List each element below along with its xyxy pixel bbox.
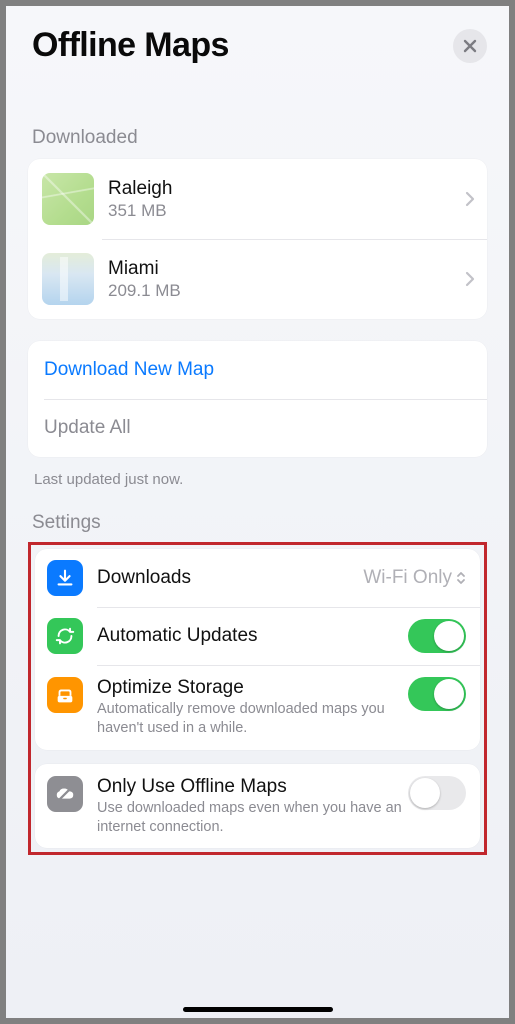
downloads-label: Downloads — [97, 567, 363, 589]
offline-only-toggle[interactable] — [408, 776, 466, 810]
automatic-updates-label: Automatic Updates — [97, 625, 408, 647]
header: Offline Maps — [6, 6, 509, 75]
update-all-button[interactable]: Update All — [28, 399, 487, 457]
close-button[interactable] — [453, 29, 487, 63]
map-size: 351 MB — [108, 201, 465, 221]
map-row-raleigh[interactable]: Raleigh 351 MB — [28, 159, 487, 239]
optimize-storage-row: Optimize Storage Automatically remove do… — [35, 665, 480, 750]
cloud-off-icon — [47, 776, 83, 812]
downloaded-section-label: Downloaded — [28, 127, 487, 149]
settings-section-label: Settings — [28, 512, 487, 534]
map-text: Miami 209.1 MB — [108, 258, 465, 301]
refresh-icon — [47, 618, 83, 654]
chevron-right-icon — [465, 271, 475, 287]
settings-card-offline: Only Use Offline Maps Use downloaded map… — [35, 764, 480, 849]
downloaded-maps-list: Raleigh 351 MB Miami 209.1 MB — [28, 159, 487, 319]
settings-card-main: Downloads Wi-Fi Only Automatic Updates — [35, 549, 480, 750]
automatic-updates-row: Automatic Updates — [35, 607, 480, 665]
map-thumbnail — [42, 173, 94, 225]
optimize-storage-toggle[interactable] — [408, 677, 466, 711]
download-icon — [47, 560, 83, 596]
optimize-storage-label: Optimize Storage — [97, 677, 408, 699]
actions-card: Download New Map Update All — [28, 341, 487, 457]
downloads-value: Wi-Fi Only — [363, 567, 452, 589]
highlight-box: Downloads Wi-Fi Only Automatic Updates — [28, 542, 487, 855]
download-new-map-button[interactable]: Download New Map — [28, 341, 487, 399]
last-updated-label: Last updated just now. — [28, 471, 487, 488]
map-name: Miami — [108, 258, 465, 280]
map-name: Raleigh — [108, 178, 465, 200]
map-size: 209.1 MB — [108, 281, 465, 301]
map-text: Raleigh 351 MB — [108, 178, 465, 221]
offline-only-row: Only Use Offline Maps Use downloaded map… — [35, 764, 480, 849]
page-title: Offline Maps — [32, 26, 229, 65]
optimize-storage-desc: Automatically remove downloaded maps you… — [97, 700, 408, 738]
close-icon — [462, 38, 478, 54]
automatic-updates-toggle[interactable] — [408, 619, 466, 653]
up-down-icon — [456, 570, 466, 586]
chevron-right-icon — [465, 191, 475, 207]
storage-icon — [47, 677, 83, 713]
offline-only-desc: Use downloaded maps even when you have a… — [97, 799, 408, 837]
home-indicator[interactable] — [183, 1007, 333, 1012]
offline-only-label: Only Use Offline Maps — [97, 776, 408, 798]
map-thumbnail — [42, 253, 94, 305]
map-row-miami[interactable]: Miami 209.1 MB — [28, 239, 487, 319]
downloads-setting-row[interactable]: Downloads Wi-Fi Only — [35, 549, 480, 607]
